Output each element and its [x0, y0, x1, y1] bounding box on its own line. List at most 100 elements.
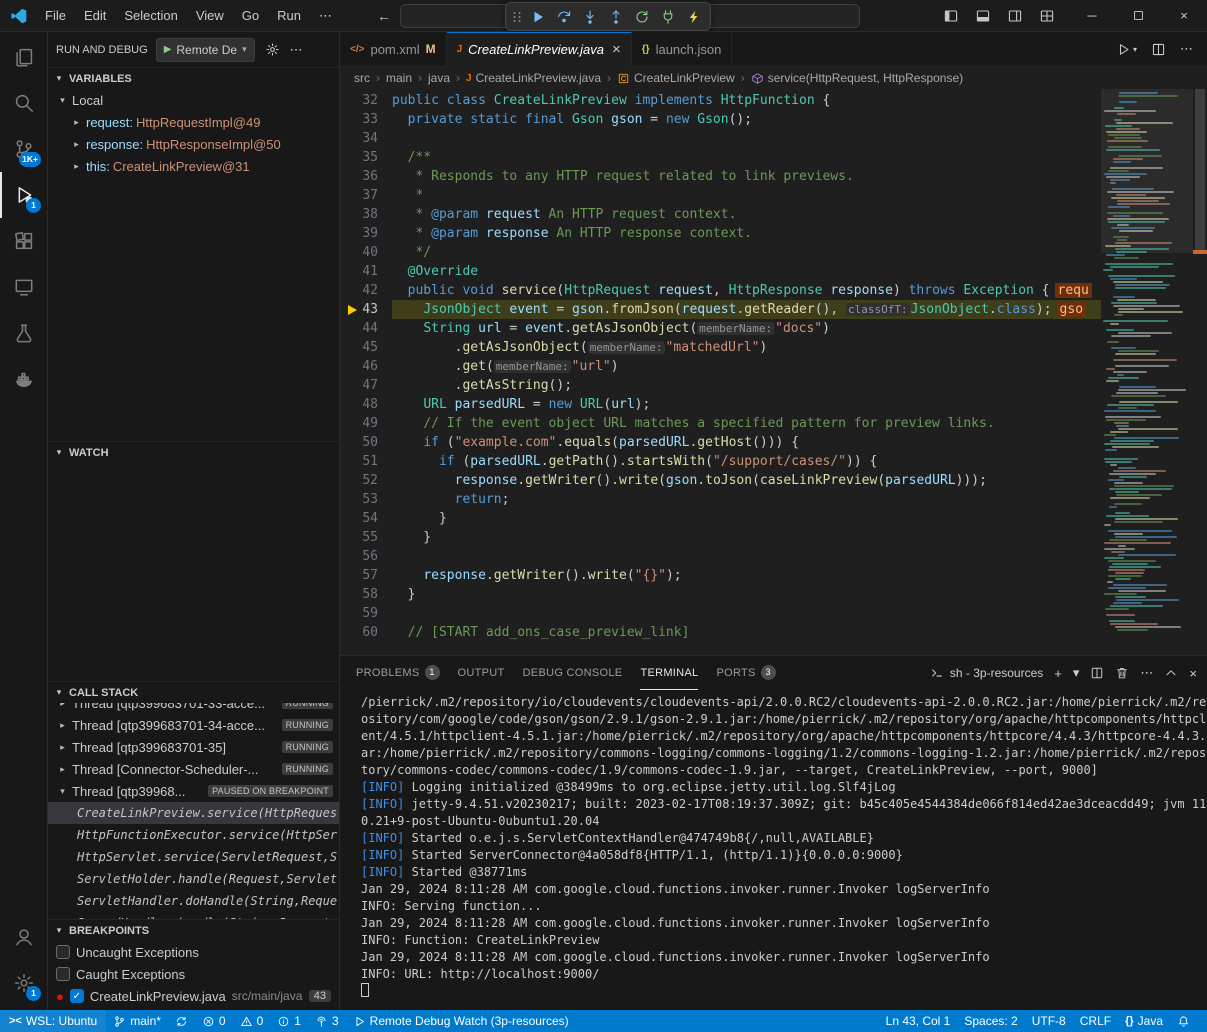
thread-row[interactable]: ▸Thread [Connector-Scheduler-...RUNNING — [48, 758, 339, 780]
line-number-gutter[interactable]: 38 — [340, 205, 392, 224]
close-button[interactable]: × — [1161, 0, 1207, 31]
disconnect-button[interactable] — [655, 5, 681, 29]
code-line[interactable]: 59 — [340, 604, 1101, 623]
code-line[interactable]: 52 response.getWriter().write(gson.toJso… — [340, 471, 1101, 490]
code-editor[interactable]: 32public class CreateLinkPreview impleme… — [340, 89, 1207, 655]
line-number-gutter[interactable]: 48 — [340, 395, 392, 414]
editor-more-button[interactable]: ⋯ — [1180, 41, 1193, 57]
variable-row[interactable]: ▸request:HttpRequestImpl@49 — [48, 111, 339, 133]
code-line[interactable]: 55 } — [340, 528, 1101, 547]
code-line[interactable]: 34 — [340, 129, 1101, 148]
tab-pom-xml[interactable]: </>pom.xmlM — [340, 32, 447, 66]
code-line[interactable]: 51 if (parsedURL.getPath().startsWith("/… — [340, 452, 1101, 471]
terminal-picker-button[interactable]: ▾ — [1073, 665, 1080, 681]
line-number-gutter[interactable]: 49 — [340, 414, 392, 433]
editor-scrollbar[interactable] — [1193, 89, 1207, 655]
activity-docker[interactable] — [0, 356, 47, 402]
menu-file[interactable]: File — [36, 4, 75, 28]
line-number-gutter[interactable]: 50 — [340, 433, 392, 452]
nav-back-icon[interactable]: ← — [377, 8, 391, 24]
menu-run[interactable]: Run — [268, 4, 310, 28]
stack-frame-row[interactable]: ServletHolder.handle(Request,Servlet — [48, 868, 339, 890]
kill-terminal-button[interactable] — [1115, 666, 1129, 680]
maximize-button[interactable] — [1115, 0, 1161, 31]
terminal-output[interactable]: /pierrick/.m2/repository/io/cloudevents/… — [340, 690, 1207, 1010]
breakpoint-checkbox[interactable] — [56, 967, 70, 981]
line-number-gutter[interactable]: 51 — [340, 452, 392, 471]
scrollbar-thumb[interactable] — [1195, 89, 1205, 253]
code-line[interactable]: 50 if ("example.com".equals(parsedURL.ge… — [340, 433, 1101, 452]
status-language-java[interactable]: {}Java — [1118, 1010, 1170, 1032]
code-line[interactable]: 47 .getAsString(); — [340, 376, 1101, 395]
menu-more[interactable]: ⋯ — [310, 4, 341, 28]
panel-tab-terminal[interactable]: TERMINAL — [640, 656, 698, 690]
line-number-gutter[interactable]: 46 — [340, 357, 392, 376]
step-into-button[interactable] — [577, 5, 603, 29]
tab-launch-json[interactable]: {}launch.json — [632, 32, 733, 66]
menu-selection[interactable]: Selection — [115, 4, 186, 28]
line-number-gutter[interactable]: 39 — [340, 224, 392, 243]
breakpoints-section-header[interactable]: ▾ BREAKPOINTS — [48, 919, 339, 941]
activity-testing[interactable] — [0, 310, 47, 356]
code-line[interactable]: 39 * @param response An HTTP response co… — [340, 224, 1101, 243]
line-number-gutter[interactable]: 59 — [340, 604, 392, 623]
customize-layout-button[interactable] — [1037, 6, 1057, 26]
status-branch[interactable]: main* — [106, 1010, 168, 1032]
line-number-gutter[interactable]: 52 — [340, 471, 392, 490]
line-number-gutter[interactable]: 34 — [340, 129, 392, 148]
line-number-gutter[interactable]: 32 — [340, 91, 392, 110]
run-java-button[interactable]: ▾ — [1116, 42, 1137, 57]
close-tab-icon[interactable]: × — [612, 41, 621, 58]
line-number-gutter[interactable]: 44 — [340, 319, 392, 338]
stack-frame-row[interactable]: HttpServlet.service(ServletRequest,S — [48, 846, 339, 868]
code-line[interactable]: 60 // [START add_ons_case_preview_link] — [340, 623, 1101, 642]
status-info[interactable]: 1 — [270, 1010, 308, 1032]
stack-frame-row[interactable]: HttpFunctionExecutor.service(HttpSer — [48, 824, 339, 846]
call-stack-section-header[interactable]: ▾ CALL STACK — [48, 681, 339, 703]
code-lines[interactable]: 32public class CreateLinkPreview impleme… — [340, 89, 1101, 655]
code-line[interactable]: 46 .get(memberName:"url") — [340, 357, 1101, 376]
thread-row[interactable]: ▾Thread [qtp39968...PAUSED ON BREAKPOINT — [48, 780, 339, 802]
minimize-button[interactable]: ─ — [1069, 0, 1115, 31]
breakpoint-row[interactable]: Caught Exceptions — [48, 963, 339, 985]
new-terminal-button[interactable]: + — [1054, 666, 1062, 681]
code-line[interactable]: 32public class CreateLinkPreview impleme… — [340, 91, 1101, 110]
hot-code-replace-button[interactable] — [681, 5, 707, 29]
activity-search[interactable] — [0, 80, 47, 126]
breakpoint-row[interactable]: ●✓CreateLinkPreview.javasrc/main/java43 — [48, 985, 339, 1007]
restart-button[interactable] — [629, 5, 655, 29]
line-number-gutter[interactable]: 58 — [340, 585, 392, 604]
line-number-gutter[interactable]: 43 — [340, 300, 392, 319]
variables-section-header[interactable]: ▾ VARIABLES — [48, 67, 339, 89]
code-line[interactable]: 44 String url = event.getAsJsonObject(me… — [340, 319, 1101, 338]
line-number-gutter[interactable]: 42 — [340, 281, 392, 300]
toggle-secondary-sidebar-button[interactable] — [1005, 6, 1025, 26]
status-remote[interactable]: ><WSL: Ubuntu — [0, 1010, 106, 1032]
split-terminal-button[interactable] — [1090, 666, 1104, 680]
tab-createlinkpreview-java[interactable]: JCreateLinkPreview.java× — [447, 32, 632, 67]
status-cursor-position[interactable]: Ln 43, Col 1 — [879, 1010, 958, 1032]
code-line[interactable]: 40 */ — [340, 243, 1101, 262]
step-out-button[interactable] — [603, 5, 629, 29]
breadcrumb-item[interactable]: main — [386, 71, 412, 85]
line-number-gutter[interactable]: 47 — [340, 376, 392, 395]
activity-source-control[interactable]: 1K+ — [0, 126, 47, 172]
breakpoint-checkbox[interactable] — [56, 945, 70, 959]
variables-scope-local[interactable]: ▾Local — [48, 89, 339, 111]
status-debug-session[interactable]: Remote Debug Watch (3p-resources) — [346, 1010, 576, 1032]
code-line[interactable]: 58 } — [340, 585, 1101, 604]
line-number-gutter[interactable]: 53 — [340, 490, 392, 509]
line-number-gutter[interactable]: 56 — [340, 547, 392, 566]
code-line[interactable]: 37 * — [340, 186, 1101, 205]
terminal-tab[interactable]: sh - 3p-resources — [930, 666, 1043, 680]
variable-row[interactable]: ▸response:HttpResponseImpl@50 — [48, 133, 339, 155]
panel-more-button[interactable]: ⋯ — [1140, 665, 1153, 681]
thread-row[interactable]: ▸Thread [qtp399683701-33-acce...RUNNING — [48, 703, 339, 714]
status-sync[interactable] — [168, 1010, 195, 1032]
activity-extensions[interactable] — [0, 218, 47, 264]
split-editor-button[interactable] — [1151, 42, 1166, 57]
breadcrumb-item[interactable]: CreateLinkPreview — [617, 71, 735, 85]
status-encoding[interactable]: UTF-8 — [1025, 1010, 1073, 1032]
thread-row[interactable]: ▸Thread [qtp399683701-35]RUNNING — [48, 736, 339, 758]
breakpoint-row[interactable]: Uncaught Exceptions — [48, 941, 339, 963]
